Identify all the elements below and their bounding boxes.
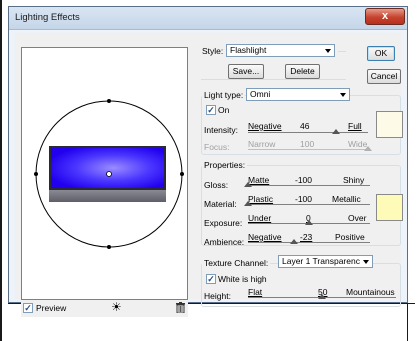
chevron-down-icon xyxy=(363,260,369,264)
light-handle-right xyxy=(180,172,184,176)
light-type-value: Omni xyxy=(250,89,271,99)
ambience-value: -23 xyxy=(300,232,313,242)
save-style-button[interactable]: Save... xyxy=(228,64,264,79)
chevron-down-icon xyxy=(340,93,346,97)
texture-channel-label: Texture Channel: xyxy=(202,258,271,268)
style-group-line xyxy=(338,51,346,52)
ambience-slider-thumb[interactable] xyxy=(290,239,299,244)
style-label: Style: xyxy=(202,46,224,56)
dialog-title: Lighting Effects xyxy=(15,12,80,23)
properties-title: Properties: xyxy=(202,160,248,170)
material-value: -100 xyxy=(295,194,313,204)
cancel-button[interactable]: Cancel xyxy=(367,69,401,84)
style-value: Flashlight xyxy=(230,45,267,55)
texture-channel-dropdown[interactable]: Layer 1 Transparency xyxy=(278,255,373,268)
light-bulb-icon[interactable]: ☀ xyxy=(111,301,122,314)
style-dropdown[interactable]: Flashlight xyxy=(226,44,335,57)
light-type-dropdown[interactable]: Omni xyxy=(246,88,350,101)
light-center-handle xyxy=(106,171,112,177)
white-is-high-checkbox[interactable]: ✓ xyxy=(206,274,216,284)
ambient-color-swatch[interactable] xyxy=(376,194,403,221)
height-slider-thumb[interactable] xyxy=(318,294,326,299)
focus-slider-thumb[interactable] xyxy=(364,146,372,151)
preview-svg xyxy=(34,99,184,249)
material-slider-thumb[interactable] xyxy=(244,201,252,206)
light-color-swatch[interactable] xyxy=(376,111,403,138)
preview-toolbar: ✓ Preview ☀ xyxy=(21,300,188,317)
gloss-track[interactable] xyxy=(248,185,370,186)
close-icon: x xyxy=(381,10,389,22)
background-rule-vertical xyxy=(407,303,408,341)
trash-icon[interactable] xyxy=(176,302,185,314)
exposure-left: Under xyxy=(248,213,272,223)
light-handle-bottom xyxy=(107,245,111,249)
light-on-checkbox[interactable]: ✓ xyxy=(206,105,216,115)
intensity-track[interactable] xyxy=(248,132,368,133)
intensity-slider-thumb[interactable] xyxy=(331,129,340,134)
exposure-slider-thumb[interactable] xyxy=(305,220,313,225)
texture-channel-value: Layer 1 Transparency xyxy=(282,256,360,266)
light-handle-left xyxy=(34,172,38,176)
height-label: Height: xyxy=(204,291,231,301)
gloss-right: Shiny xyxy=(343,175,365,185)
ambience-right: Positive xyxy=(335,232,365,242)
dialog-client-area: ✓ Preview ☀ Style: Flashlight Save... De… xyxy=(15,33,403,317)
height-right: Mountainous xyxy=(346,287,395,297)
focus-value: 100 xyxy=(300,139,315,149)
material-track[interactable] xyxy=(248,204,370,205)
light-on-label: On xyxy=(218,105,230,115)
height-left: Flat xyxy=(248,287,263,297)
ok-button[interactable]: OK xyxy=(367,46,395,61)
exposure-label: Exposure: xyxy=(204,218,243,228)
delete-style-button[interactable]: Delete xyxy=(285,64,320,79)
gloss-label: Gloss: xyxy=(204,180,229,190)
intensity-value: 46 xyxy=(300,121,310,131)
preview-shadow-side xyxy=(49,190,166,202)
preview-canvas[interactable] xyxy=(21,47,188,300)
ambience-label: Ambience: xyxy=(204,237,245,247)
style-group-line-bottom xyxy=(201,79,346,80)
chevron-down-icon xyxy=(325,49,331,53)
preview-checkbox[interactable]: ✓ xyxy=(23,303,33,313)
intensity-left: Negative xyxy=(248,121,282,131)
close-button[interactable]: x xyxy=(365,8,405,25)
focus-label: Focus: xyxy=(204,142,230,152)
light-type-label: Light type: xyxy=(202,90,246,100)
preview-label: Preview xyxy=(36,303,67,313)
material-label: Material: xyxy=(204,199,237,209)
focus-track[interactable] xyxy=(248,149,368,150)
material-right: Metallic xyxy=(332,194,361,204)
texture-group xyxy=(201,263,401,307)
intensity-right: Full xyxy=(348,121,362,131)
gloss-slider-thumb[interactable] xyxy=(244,182,252,187)
ambience-left: Negative xyxy=(248,232,282,242)
white-is-high-label: White is high xyxy=(218,274,267,284)
exposure-right: Over xyxy=(348,213,367,223)
focus-left: Narrow xyxy=(248,139,276,149)
lighting-effects-dialog: Lighting Effects x ✓ Preview ☀ Style: Fl… xyxy=(8,6,408,317)
ambience-track[interactable] xyxy=(248,242,370,243)
preview-lit-surface xyxy=(51,148,164,188)
gloss-value: -100 xyxy=(295,175,313,185)
title-bar[interactable]: Lighting Effects x xyxy=(9,7,407,30)
light-handle-top xyxy=(107,99,111,103)
intensity-label: Intensity: xyxy=(204,125,239,135)
